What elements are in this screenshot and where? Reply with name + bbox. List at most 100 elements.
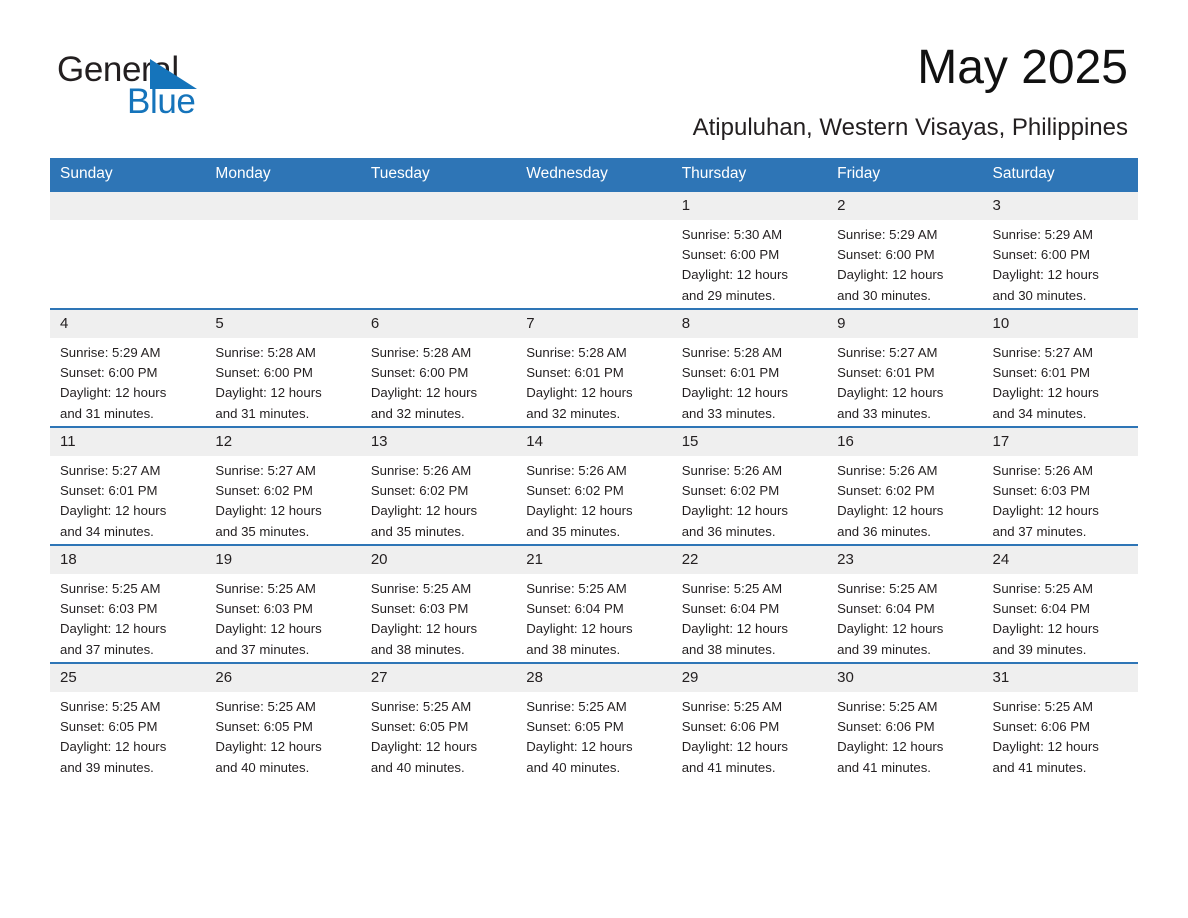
day-cell[interactable]: 20 Sunrise: 5:25 AM Sunset: 6:03 PM Dayl…	[360, 544, 517, 663]
daylight-text-2: and 39 minutes.	[992, 641, 1087, 657]
day-number: 19	[205, 547, 361, 574]
page-title: May 2025	[917, 41, 1128, 94]
daylight-text-2: and 33 minutes.	[681, 405, 776, 421]
day-cell[interactable]: 14 Sunrise: 5:26 AM Sunset: 6:02 PM Dayl…	[516, 426, 672, 545]
day-cell[interactable]: 29 Sunrise: 5:25 AM Sunset: 6:06 PM Dayl…	[671, 662, 828, 780]
day-cell[interactable]: 5 Sunrise: 5:28 AM Sunset: 6:00 PM Dayli…	[205, 308, 361, 427]
sunrise-text: Sunrise: 5:25 AM	[60, 699, 161, 714]
day-cell[interactable]: 4 Sunrise: 5:29 AM Sunset: 6:00 PM Dayli…	[50, 308, 206, 427]
day-details: Sunrise: 5:28 AM Sunset: 6:01 PM Dayligh…	[516, 338, 671, 424]
day-cell[interactable]	[360, 190, 517, 309]
day-number: 26	[205, 665, 361, 692]
day-cell[interactable]: 16 Sunrise: 5:26 AM Sunset: 6:02 PM Dayl…	[827, 426, 983, 545]
day-cell[interactable]: 26 Sunrise: 5:25 AM Sunset: 6:05 PM Dayl…	[205, 662, 361, 780]
day-cell[interactable]: 6 Sunrise: 5:28 AM Sunset: 6:00 PM Dayli…	[360, 308, 517, 427]
daylight-text-1: Daylight: 12 hours	[370, 503, 478, 519]
sunset-text: Sunset: 6:01 PM	[992, 365, 1091, 381]
day-number: 30	[827, 665, 983, 692]
day-cell[interactable]: 18 Sunrise: 5:25 AM Sunset: 6:03 PM Dayl…	[50, 544, 206, 663]
day-details: Sunrise: 5:25 AM Sunset: 6:03 PM Dayligh…	[205, 574, 360, 660]
day-cell[interactable]: 22 Sunrise: 5:25 AM Sunset: 6:04 PM Dayl…	[671, 544, 828, 663]
daylight-text-1: Daylight: 12 hours	[992, 267, 1099, 283]
daylight-text-1: Daylight: 12 hours	[60, 385, 167, 401]
day-details: Sunrise: 5:26 AM Sunset: 6:02 PM Dayligh…	[516, 456, 671, 542]
day-number	[360, 193, 517, 220]
sunset-text: Sunset: 6:00 PM	[60, 365, 158, 381]
daylight-text-1: Daylight: 12 hours	[526, 385, 633, 401]
daylight-text-2: and 35 minutes.	[370, 523, 465, 539]
day-number: 24	[982, 547, 1138, 574]
day-details: Sunrise: 5:30 AM Sunset: 6:00 PM Dayligh…	[672, 220, 827, 306]
sunset-text: Sunset: 6:00 PM	[992, 247, 1091, 263]
day-cell[interactable]: 28 Sunrise: 5:25 AM Sunset: 6:05 PM Dayl…	[516, 662, 672, 780]
day-cell[interactable]	[516, 190, 672, 309]
day-details	[361, 220, 516, 225]
daylight-text-2: and 34 minutes.	[992, 405, 1087, 421]
sunset-text: Sunset: 6:05 PM	[370, 719, 469, 735]
sunrise-text: Sunrise: 5:25 AM	[526, 581, 627, 596]
day-cell[interactable]: 31 Sunrise: 5:25 AM Sunset: 6:06 PM Dayl…	[982, 662, 1138, 780]
day-details: Sunrise: 5:25 AM Sunset: 6:06 PM Dayligh…	[983, 692, 1138, 778]
sunset-text: Sunset: 6:00 PM	[370, 365, 469, 381]
day-cell[interactable]: 3 Sunrise: 5:29 AM Sunset: 6:00 PM Dayli…	[982, 190, 1138, 309]
day-cell[interactable]: 30 Sunrise: 5:25 AM Sunset: 6:06 PM Dayl…	[827, 662, 983, 780]
day-number: 17	[982, 429, 1138, 456]
day-details: Sunrise: 5:29 AM Sunset: 6:00 PM Dayligh…	[50, 338, 205, 424]
day-cell[interactable]: 2 Sunrise: 5:29 AM Sunset: 6:00 PM Dayli…	[827, 190, 983, 309]
weekday-header-monday: Monday	[205, 158, 361, 191]
day-cell[interactable]: 11 Sunrise: 5:27 AM Sunset: 6:01 PM Dayl…	[50, 426, 206, 545]
day-details: Sunrise: 5:25 AM Sunset: 6:03 PM Dayligh…	[361, 574, 516, 660]
calendar-head: Sunday Monday Tuesday Wednesday Thursday…	[50, 158, 1138, 191]
day-cell[interactable]: 13 Sunrise: 5:26 AM Sunset: 6:02 PM Dayl…	[360, 426, 517, 545]
day-number: 7	[516, 311, 672, 338]
sunrise-text: Sunrise: 5:25 AM	[837, 581, 938, 596]
day-cell[interactable]: 23 Sunrise: 5:25 AM Sunset: 6:04 PM Dayl…	[827, 544, 983, 663]
day-cell[interactable]: 10 Sunrise: 5:27 AM Sunset: 6:01 PM Dayl…	[982, 308, 1138, 427]
sunset-text: Sunset: 6:06 PM	[681, 719, 780, 735]
sunrise-text: Sunrise: 5:27 AM	[60, 463, 161, 478]
calendar-week-row: 4 Sunrise: 5:29 AM Sunset: 6:00 PM Dayli…	[50, 308, 1138, 427]
daylight-text-2: and 30 minutes.	[992, 287, 1087, 303]
daylight-text-2: and 37 minutes.	[60, 641, 154, 657]
day-cell[interactable]: 1 Sunrise: 5:30 AM Sunset: 6:00 PM Dayli…	[671, 190, 828, 309]
sunrise-text: Sunrise: 5:26 AM	[837, 463, 938, 478]
day-details: Sunrise: 5:27 AM Sunset: 6:02 PM Dayligh…	[205, 456, 360, 542]
day-number: 25	[50, 665, 206, 692]
day-cell[interactable]: 24 Sunrise: 5:25 AM Sunset: 6:04 PM Dayl…	[982, 544, 1138, 663]
day-cell[interactable]: 7 Sunrise: 5:28 AM Sunset: 6:01 PM Dayli…	[516, 308, 672, 427]
day-cell[interactable]: 27 Sunrise: 5:25 AM Sunset: 6:05 PM Dayl…	[360, 662, 517, 780]
weekday-header-saturday: Saturday	[982, 158, 1138, 191]
day-cell[interactable]: 9 Sunrise: 5:27 AM Sunset: 6:01 PM Dayli…	[827, 308, 983, 427]
sunrise-text: Sunrise: 5:27 AM	[215, 463, 316, 478]
weekday-header-row: Sunday Monday Tuesday Wednesday Thursday…	[50, 158, 1138, 191]
sunset-text: Sunset: 6:04 PM	[992, 601, 1091, 617]
day-number: 18	[50, 547, 206, 574]
day-cell[interactable]: 19 Sunrise: 5:25 AM Sunset: 6:03 PM Dayl…	[205, 544, 361, 663]
day-cell[interactable]	[205, 190, 361, 309]
day-cell[interactable]: 15 Sunrise: 5:26 AM Sunset: 6:02 PM Dayl…	[671, 426, 828, 545]
daylight-text-1: Daylight: 12 hours	[60, 503, 167, 519]
daylight-text-1: Daylight: 12 hours	[681, 267, 788, 283]
day-cell[interactable]: 17 Sunrise: 5:26 AM Sunset: 6:03 PM Dayl…	[982, 426, 1138, 545]
sunrise-text: Sunrise: 5:25 AM	[215, 581, 316, 596]
general-blue-logo: General Blue	[57, 52, 317, 122]
weekday-header-sunday: Sunday	[50, 158, 206, 191]
day-details: Sunrise: 5:25 AM Sunset: 6:05 PM Dayligh…	[205, 692, 360, 778]
sunset-text: Sunset: 6:03 PM	[215, 601, 313, 617]
sunrise-text: Sunrise: 5:28 AM	[681, 345, 783, 360]
day-cell[interactable]: 8 Sunrise: 5:28 AM Sunset: 6:01 PM Dayli…	[671, 308, 828, 427]
day-number: 6	[360, 311, 517, 338]
daylight-text-2: and 40 minutes.	[215, 759, 310, 775]
day-cell[interactable]: 12 Sunrise: 5:27 AM Sunset: 6:02 PM Dayl…	[205, 426, 361, 545]
daylight-text-1: Daylight: 12 hours	[992, 621, 1099, 637]
daylight-text-2: and 38 minutes.	[370, 641, 465, 657]
sunset-text: Sunset: 6:04 PM	[681, 601, 780, 617]
day-cell[interactable]: 21 Sunrise: 5:25 AM Sunset: 6:04 PM Dayl…	[516, 544, 672, 663]
sunrise-text: Sunrise: 5:26 AM	[681, 463, 783, 478]
day-details: Sunrise: 5:25 AM Sunset: 6:04 PM Dayligh…	[827, 574, 982, 660]
daylight-text-2: and 30 minutes.	[837, 287, 931, 303]
day-cell[interactable]: 25 Sunrise: 5:25 AM Sunset: 6:05 PM Dayl…	[50, 662, 206, 780]
sunset-text: Sunset: 6:00 PM	[837, 247, 935, 263]
day-details	[50, 220, 205, 225]
day-cell[interactable]	[50, 190, 206, 309]
